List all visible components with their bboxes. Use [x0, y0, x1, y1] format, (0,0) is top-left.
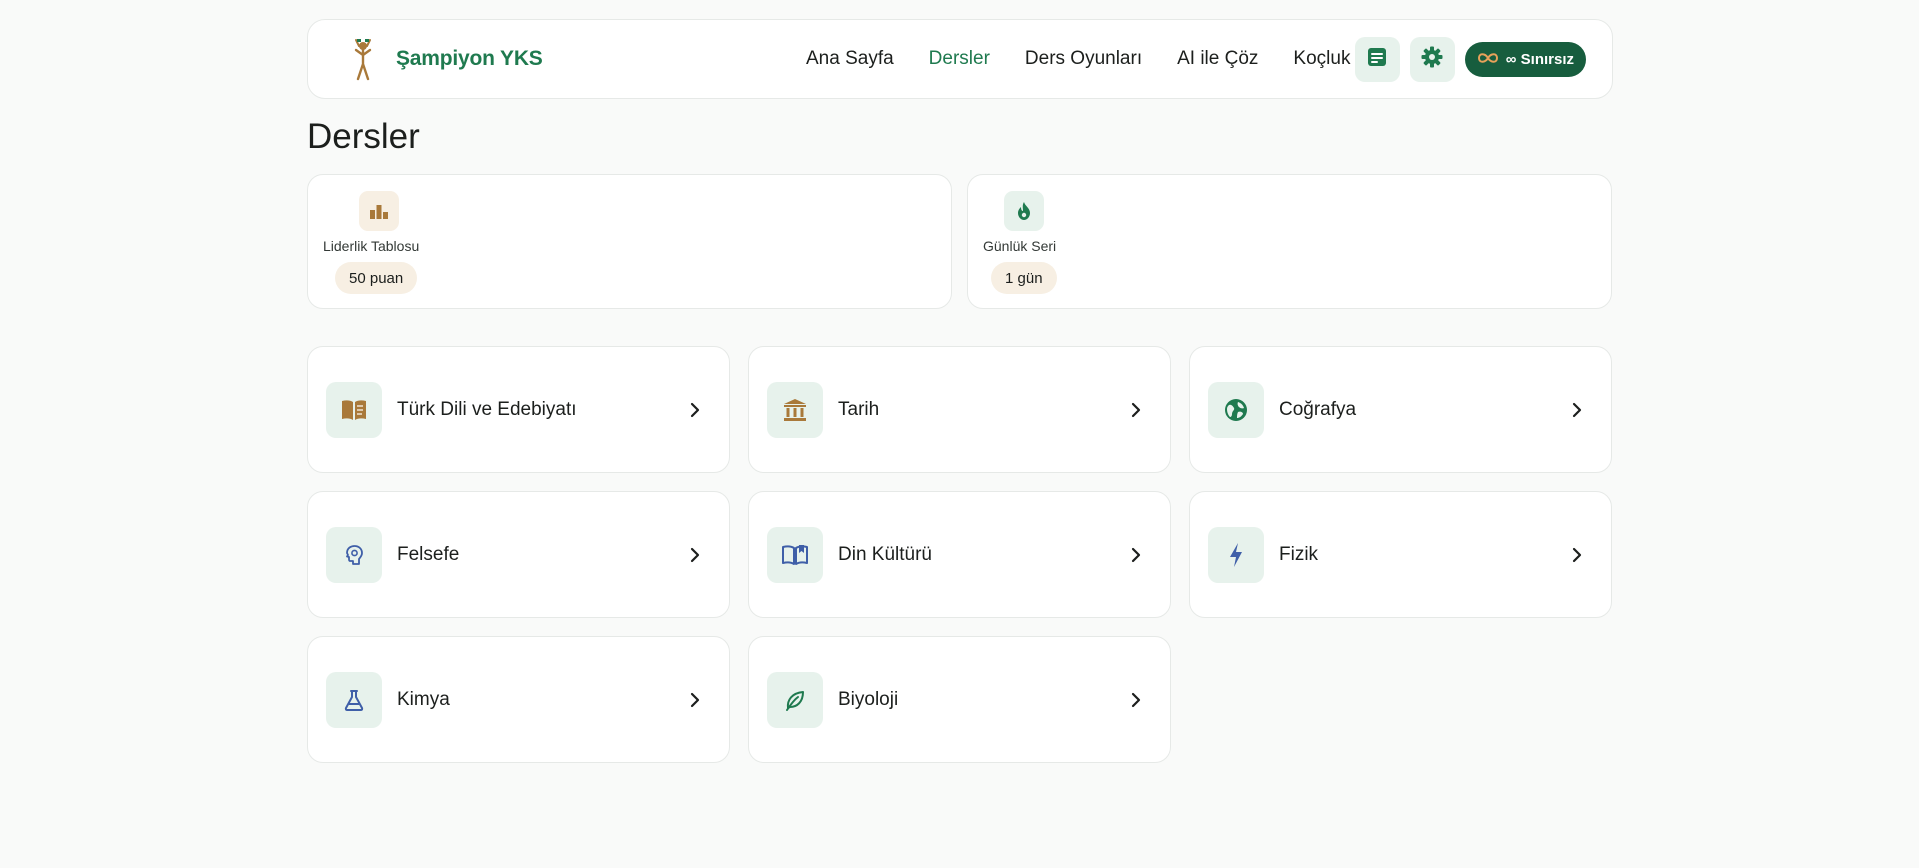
chevron-right-icon [683, 398, 707, 422]
top-navbar: Şampiyon YKS Ana Sayfa Dersler Ders Oyun… [307, 19, 1613, 99]
chevron-right-icon [683, 688, 707, 712]
flame-icon [1004, 191, 1044, 231]
course-card-kimya[interactable]: Kimya [307, 636, 730, 763]
nav-courses[interactable]: Dersler [929, 48, 990, 70]
plan-label: ∞ Sınırsız [1505, 50, 1574, 68]
nav-coaching[interactable]: Koçluk [1293, 48, 1350, 70]
brain-icon [326, 526, 382, 583]
course-card-tarih[interactable]: Tarih [748, 346, 1171, 473]
chevron-right-icon [1565, 398, 1589, 422]
settings-button[interactable] [1409, 36, 1455, 82]
chevron-right-icon [1124, 398, 1148, 422]
globe-icon [1208, 381, 1264, 438]
open-book-icon [767, 526, 823, 583]
leaderboard-points: 50 puan [335, 262, 418, 294]
brand-name: Şampiyon YKS [396, 47, 543, 70]
course-name: Din Kültürü [838, 543, 932, 565]
course-name: Coğrafya [1279, 398, 1357, 420]
course-name: Felsefe [397, 543, 460, 565]
course-name: Fizik [1279, 543, 1319, 565]
course-card-cografya[interactable]: Coğrafya [1189, 346, 1612, 473]
course-name: Biyoloji [838, 688, 899, 710]
course-card-din-kulturu[interactable]: Din Kültürü [748, 491, 1171, 618]
unlimited-plan-badge[interactable]: ∞ Sınırsız [1464, 41, 1586, 77]
flask-icon [326, 671, 382, 728]
leaf-icon [767, 671, 823, 728]
nav-home[interactable]: Ana Sayfa [806, 48, 894, 70]
chevron-right-icon [1565, 543, 1589, 567]
course-name: Türk Dili ve Edebiyatı [397, 398, 577, 420]
chevron-right-icon [683, 543, 707, 567]
course-card-felsefe[interactable]: Felsefe [307, 491, 730, 618]
page-title: Dersler [307, 117, 420, 156]
book-icon [326, 381, 382, 438]
leaderboard-icon [359, 191, 399, 231]
course-card-turk-dili[interactable]: Türk Dili ve Edebiyatı [307, 346, 730, 473]
gear-icon [1420, 45, 1444, 74]
streak-card[interactable]: Günlük Seri 1 gün [967, 174, 1612, 309]
nav-course-games[interactable]: Ders Oyunları [1025, 48, 1142, 70]
streak-days: 1 gün [991, 262, 1057, 294]
museum-icon [767, 381, 823, 438]
leaderboard-card[interactable]: Liderlik Tablosu 50 puan [307, 174, 952, 309]
course-name: Kimya [397, 688, 450, 710]
infinity-icon [1477, 51, 1499, 68]
course-name: Tarih [838, 398, 880, 420]
nav-ai-solve[interactable]: AI ile Çöz [1177, 48, 1258, 70]
main-nav: Ana Sayfa Dersler Ders Oyunları AI ile Ç… [806, 48, 1350, 70]
chevron-right-icon [1124, 688, 1148, 712]
chevron-right-icon [1124, 543, 1148, 567]
brand[interactable]: Şampiyon YKS [348, 36, 688, 82]
bolt-icon [1208, 526, 1264, 583]
course-card-biyoloji[interactable]: Biyoloji [748, 636, 1171, 763]
leaderboard-label: Liderlik Tablosu [323, 238, 420, 254]
course-card-fizik[interactable]: Fizik [1189, 491, 1612, 618]
notes-button[interactable] [1354, 36, 1400, 82]
nav-actions: ∞ Sınırsız [1354, 36, 1586, 82]
streak-label: Günlük Seri [983, 238, 1057, 254]
champion-logo-icon [348, 36, 378, 82]
notes-icon [1366, 46, 1388, 73]
